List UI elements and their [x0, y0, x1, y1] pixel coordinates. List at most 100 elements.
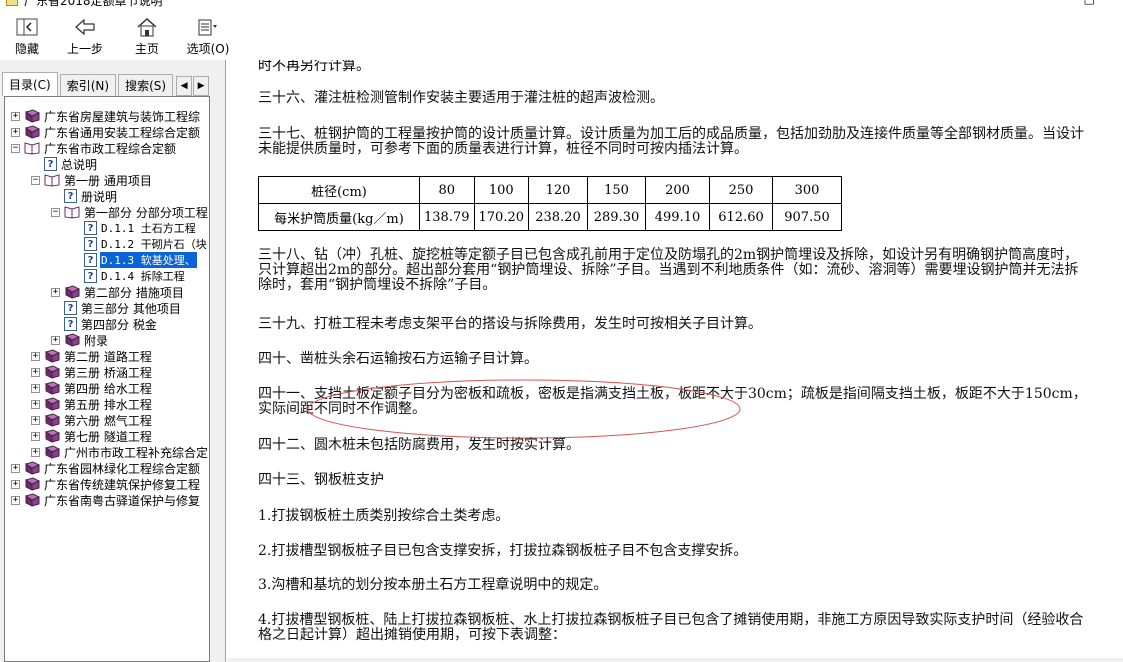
contents-tree[interactable]: + 广东省房屋建筑与装饰工程综 + 广东省通用安装工程综合定额 − 广东省市政工程综合定额…	[4, 96, 210, 662]
tree-item[interactable]: + 广东省传统建筑保护修复工程	[11, 476, 201, 492]
tree-item[interactable]: − 第一册 通用项目	[31, 172, 153, 188]
tree-item-label: D.1.2 干砌片石（块	[101, 238, 207, 251]
open-book-icon	[44, 174, 60, 187]
tree-item-label: 广东省通用安装工程综合定额	[44, 125, 201, 140]
hide-icon	[16, 16, 38, 38]
tree-item[interactable]: + 广东省房屋建筑与装饰工程综	[11, 108, 201, 124]
table-cell: 120	[528, 176, 588, 204]
paragraph-42: 四十二、圆木桩未包括防腐费用，发生时按实计算。	[258, 437, 580, 453]
table-cell: 150	[587, 176, 646, 204]
tree-item-label: 广东省园林绿化工程综合定额	[44, 461, 201, 476]
expand-icon[interactable]: +	[31, 383, 40, 393]
tree-item-label: 第三部分 其他项目	[81, 301, 181, 316]
tab-scroll-left-button[interactable]: ◀	[176, 76, 193, 96]
tree-item[interactable]: + 广东省通用安装工程综合定额	[11, 124, 201, 140]
open-book-icon	[24, 142, 40, 155]
paragraph-38: 三十八、钻（冲）孔桩、旋挖桩等定额子目已包含成孔前用于定位及防塌孔的2m钢护筒埋…	[258, 247, 1079, 293]
tree-item-label: 广东省市政工程综合定额	[44, 141, 177, 156]
tree-item[interactable]: + 第二部分 措施项目	[51, 284, 185, 300]
help-page-icon: ?	[64, 317, 77, 331]
tree-item[interactable]: + 第二册 道路工程	[31, 348, 153, 364]
book-icon	[44, 429, 60, 443]
tree-item-label: 总说明	[61, 157, 98, 172]
collapse-icon[interactable]: −	[11, 143, 20, 153]
tab-scroll-right-button[interactable]: ▶	[193, 76, 210, 96]
tree-item[interactable]: ? D.1.1 土石方工程	[71, 220, 197, 236]
book-icon	[44, 349, 60, 363]
tree-item-label: 附录	[84, 333, 109, 348]
book-icon	[24, 477, 40, 491]
tree-item-label: 广东省房屋建筑与装饰工程综	[44, 109, 201, 124]
tree-item-label: D.1.1 土石方工程	[101, 222, 196, 235]
expand-icon[interactable]: +	[31, 367, 40, 377]
open-book-icon	[64, 206, 80, 219]
tree-item[interactable]: ? 第四部分 税金	[51, 316, 158, 332]
help-page-icon: ?	[84, 221, 97, 235]
tree-item-label: 第四册 给水工程	[64, 381, 152, 396]
table-cell: 200	[645, 176, 710, 204]
expand-icon[interactable]: +	[31, 431, 40, 441]
paragraph-43-3: 3.沟槽和基坑的划分按本册土石方工程章说明中的规定。	[258, 577, 608, 593]
expand-icon[interactable]: +	[31, 351, 40, 361]
help-page-icon: ?	[64, 189, 77, 203]
tree-item[interactable]: − 第一部分 分部分项工程	[51, 204, 209, 220]
pane-splitter[interactable]	[220, 60, 226, 662]
expand-icon[interactable]: +	[51, 335, 60, 345]
table-cell: 138.79	[419, 203, 475, 231]
navigation-pane: 目录(C) 索引(N) 搜索(S) ◀ ▶ + 广东省房屋建筑与装饰工程综 + 广东省…	[0, 60, 220, 662]
hide-button[interactable]: 隐藏	[0, 10, 54, 60]
toolbar: 隐藏 上一步 主页 选项(O)	[0, 10, 1123, 60]
home-button[interactable]: 主页	[120, 10, 174, 60]
expand-icon[interactable]: +	[31, 447, 40, 457]
expand-icon[interactable]: +	[11, 111, 20, 121]
tree-item-label: 第一部分 分部分项工程	[84, 205, 208, 220]
hide-label: 隐藏	[14, 42, 39, 56]
tree-item[interactable]: + 第三册 桥涵工程	[31, 364, 153, 380]
expand-icon[interactable]: +	[11, 479, 20, 489]
tree-item[interactable]: ? 第三部分 其他项目	[51, 300, 182, 316]
tab-index[interactable]: 索引(N)	[59, 74, 117, 96]
tree-item[interactable]: + 第四册 给水工程	[31, 380, 153, 396]
tab-search[interactable]: 搜索(S)	[118, 74, 174, 96]
home-icon	[136, 16, 158, 38]
book-icon	[24, 109, 40, 123]
content-cut-line: 时不再另行计算。	[258, 60, 370, 74]
maximize-button[interactable]: □	[1084, 0, 1095, 6]
expand-icon[interactable]: +	[31, 415, 40, 425]
tree-item-label: 第一册 通用项目	[64, 173, 152, 188]
tree-item[interactable]: + 附录	[51, 332, 109, 348]
table-cell: 100	[473, 176, 529, 204]
tree-item[interactable]: ? D.1.4 拆除工程	[71, 268, 186, 284]
table-cell: 170.20	[473, 203, 529, 231]
tree-item-label: 第六册 燃气工程	[64, 413, 152, 428]
tree-item[interactable]: ? D.1.3 软基处理、	[71, 252, 197, 268]
expand-icon[interactable]: +	[31, 399, 40, 409]
options-button[interactable]: 选项(O)	[178, 10, 238, 60]
expand-icon[interactable]: +	[51, 287, 60, 297]
tab-contents[interactable]: 目录(C)	[2, 72, 58, 96]
book-icon	[24, 461, 40, 475]
tree-item[interactable]: + 广东省园林绿化工程综合定额	[11, 460, 201, 476]
tree-item-label: 第二部分 措施项目	[84, 285, 184, 300]
horizontal-scrollbar[interactable]	[227, 658, 1123, 662]
collapse-icon[interactable]: −	[51, 207, 60, 217]
back-button[interactable]: 上一步	[54, 10, 116, 60]
back-label: 上一步	[66, 42, 103, 56]
tree-item[interactable]: ? D.1.2 干砌片石（块	[71, 236, 208, 252]
minimize-button[interactable]: —	[1012, 0, 1024, 6]
tree-item[interactable]: + 广州市市政工程补充综合定	[31, 444, 209, 460]
tree-item[interactable]: + 第五册 排水工程	[31, 396, 153, 412]
expand-icon[interactable]: +	[11, 127, 20, 137]
book-icon	[44, 413, 60, 427]
tree-item[interactable]: + 第六册 燃气工程	[31, 412, 153, 428]
expand-icon[interactable]: +	[11, 463, 20, 473]
options-icon	[196, 16, 220, 38]
tree-item[interactable]: + 广东省南粤古驿道保护与修复	[11, 492, 201, 508]
expand-icon[interactable]: +	[11, 495, 20, 505]
tree-item[interactable]: ? 总说明	[31, 156, 98, 172]
tree-item[interactable]: − 广东省市政工程综合定额	[11, 140, 177, 156]
book-icon	[64, 333, 80, 347]
tree-item[interactable]: + 第七册 隧道工程	[31, 428, 153, 444]
collapse-icon[interactable]: −	[31, 175, 40, 185]
tree-item[interactable]: ? 册说明	[51, 188, 118, 204]
